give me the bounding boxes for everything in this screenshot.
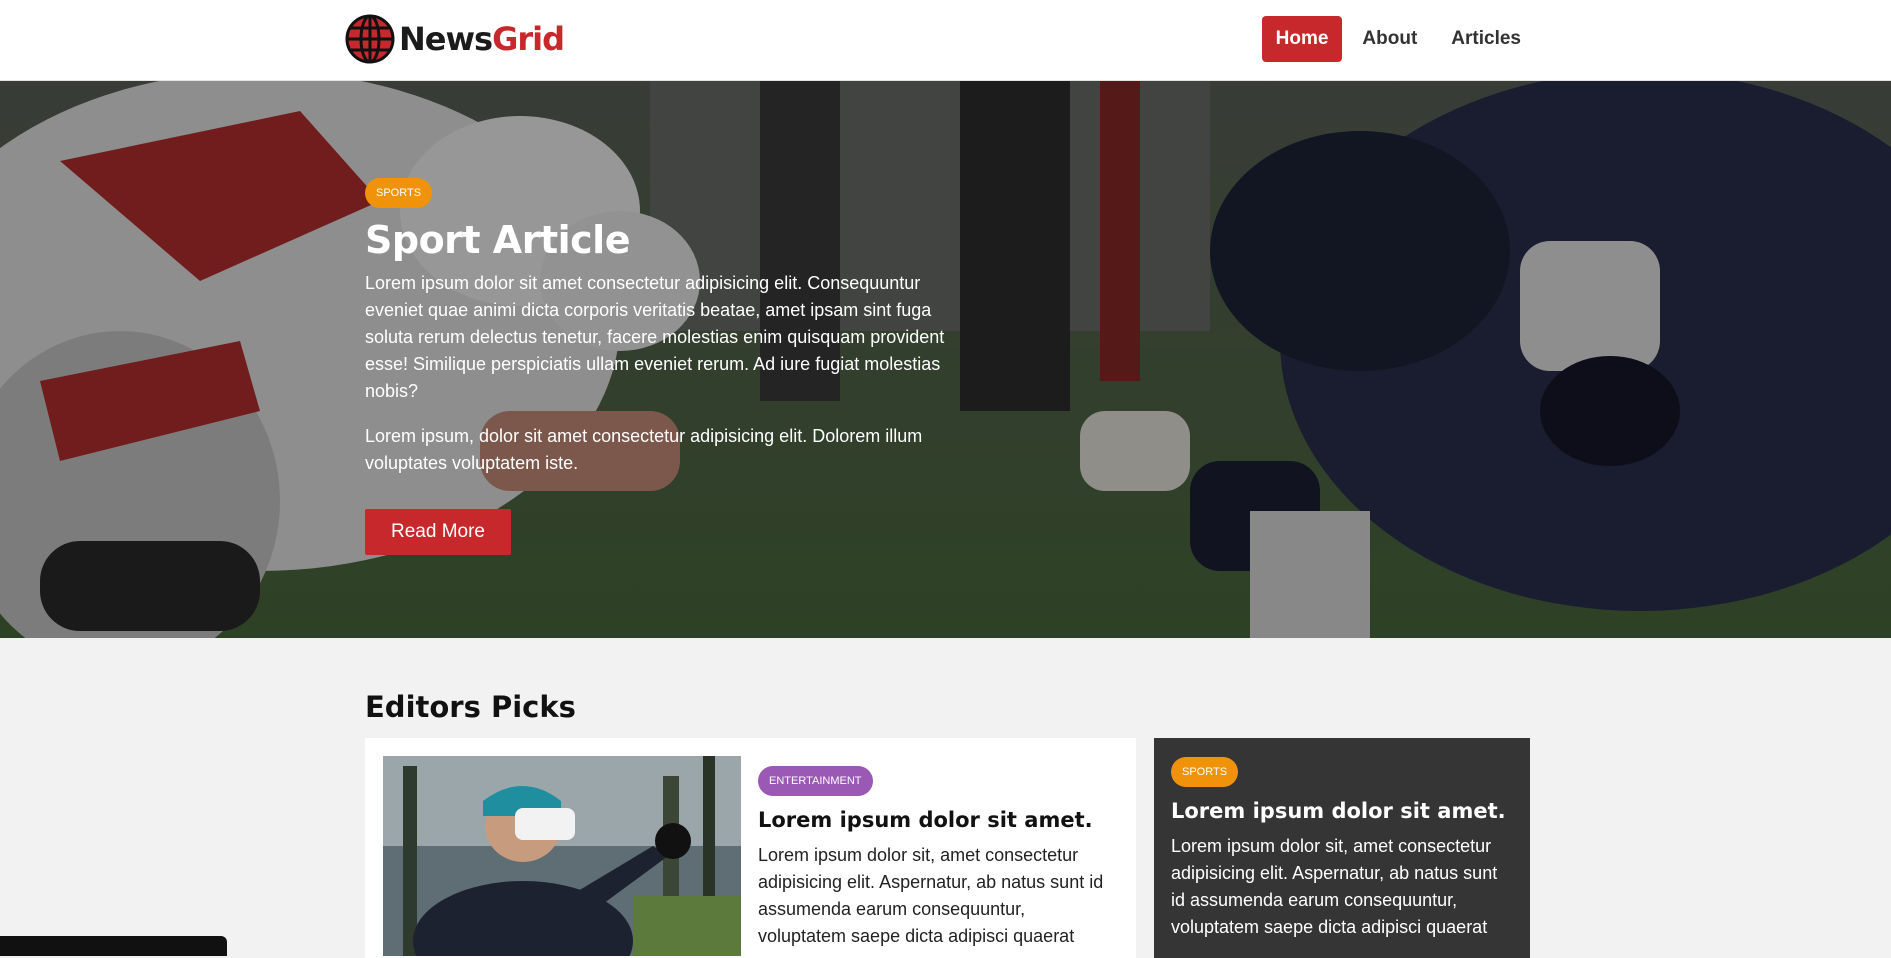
main-card-text: Lorem ipsum dolor sit, amet consectetur … (758, 845, 1104, 946)
main-card-category-tag[interactable]: ENTERTAINMENT (758, 766, 873, 796)
navbar: NewsGrid Home About Articles (0, 0, 1891, 81)
hero-paragraph-1: Lorem ipsum dolor sit amet consectetur a… (365, 273, 945, 401)
brand-logo[interactable]: NewsGrid (345, 14, 565, 64)
hero-content: SPORTS Sport Article Lorem ipsum dolor s… (365, 178, 950, 555)
nav-about[interactable]: About (1348, 16, 1431, 62)
editors-pick-side-card[interactable]: SPORTS Lorem ipsum dolor sit amet. Lorem… (1154, 738, 1530, 958)
nav-articles[interactable]: Articles (1437, 16, 1535, 62)
globe-icon (345, 14, 395, 64)
hero-paragraph-2: Lorem ipsum, dolor sit amet consectetur … (365, 426, 923, 473)
main-card-title[interactable]: Lorem ipsum dolor sit amet. (758, 808, 1118, 832)
brand-name-grid: Grid (492, 20, 565, 58)
side-card-category-tag[interactable]: SPORTS (1171, 757, 1239, 787)
read-more-button[interactable]: Read More (365, 509, 511, 555)
hero-category-tag[interactable]: SPORTS (365, 178, 433, 208)
nav-links: Home About Articles (1261, 16, 1535, 62)
side-card-title[interactable]: Lorem ipsum dolor sit amet. (1171, 799, 1516, 823)
brand-name-news: News (399, 20, 493, 58)
hero-title: Sport Article (365, 218, 630, 262)
editors-picks-heading: Editors Picks (365, 690, 576, 724)
editors-pick-main-card[interactable]: ENTERTAINMENT Lorem ipsum dolor sit amet… (365, 738, 1136, 958)
nav-home[interactable]: Home (1261, 16, 1343, 62)
brand-name: NewsGrid (399, 20, 565, 58)
side-card-text: Lorem ipsum dolor sit, amet consectetur … (1171, 836, 1498, 937)
bottom-left-toast (0, 936, 227, 956)
side-card-body: SPORTS Lorem ipsum dolor sit amet. Lorem… (1171, 757, 1516, 941)
vr-article-image[interactable] (383, 756, 741, 956)
main-card-body: ENTERTAINMENT Lorem ipsum dolor sit amet… (758, 766, 1118, 950)
hero-section: SPORTS Sport Article Lorem ipsum dolor s… (0, 81, 1891, 638)
